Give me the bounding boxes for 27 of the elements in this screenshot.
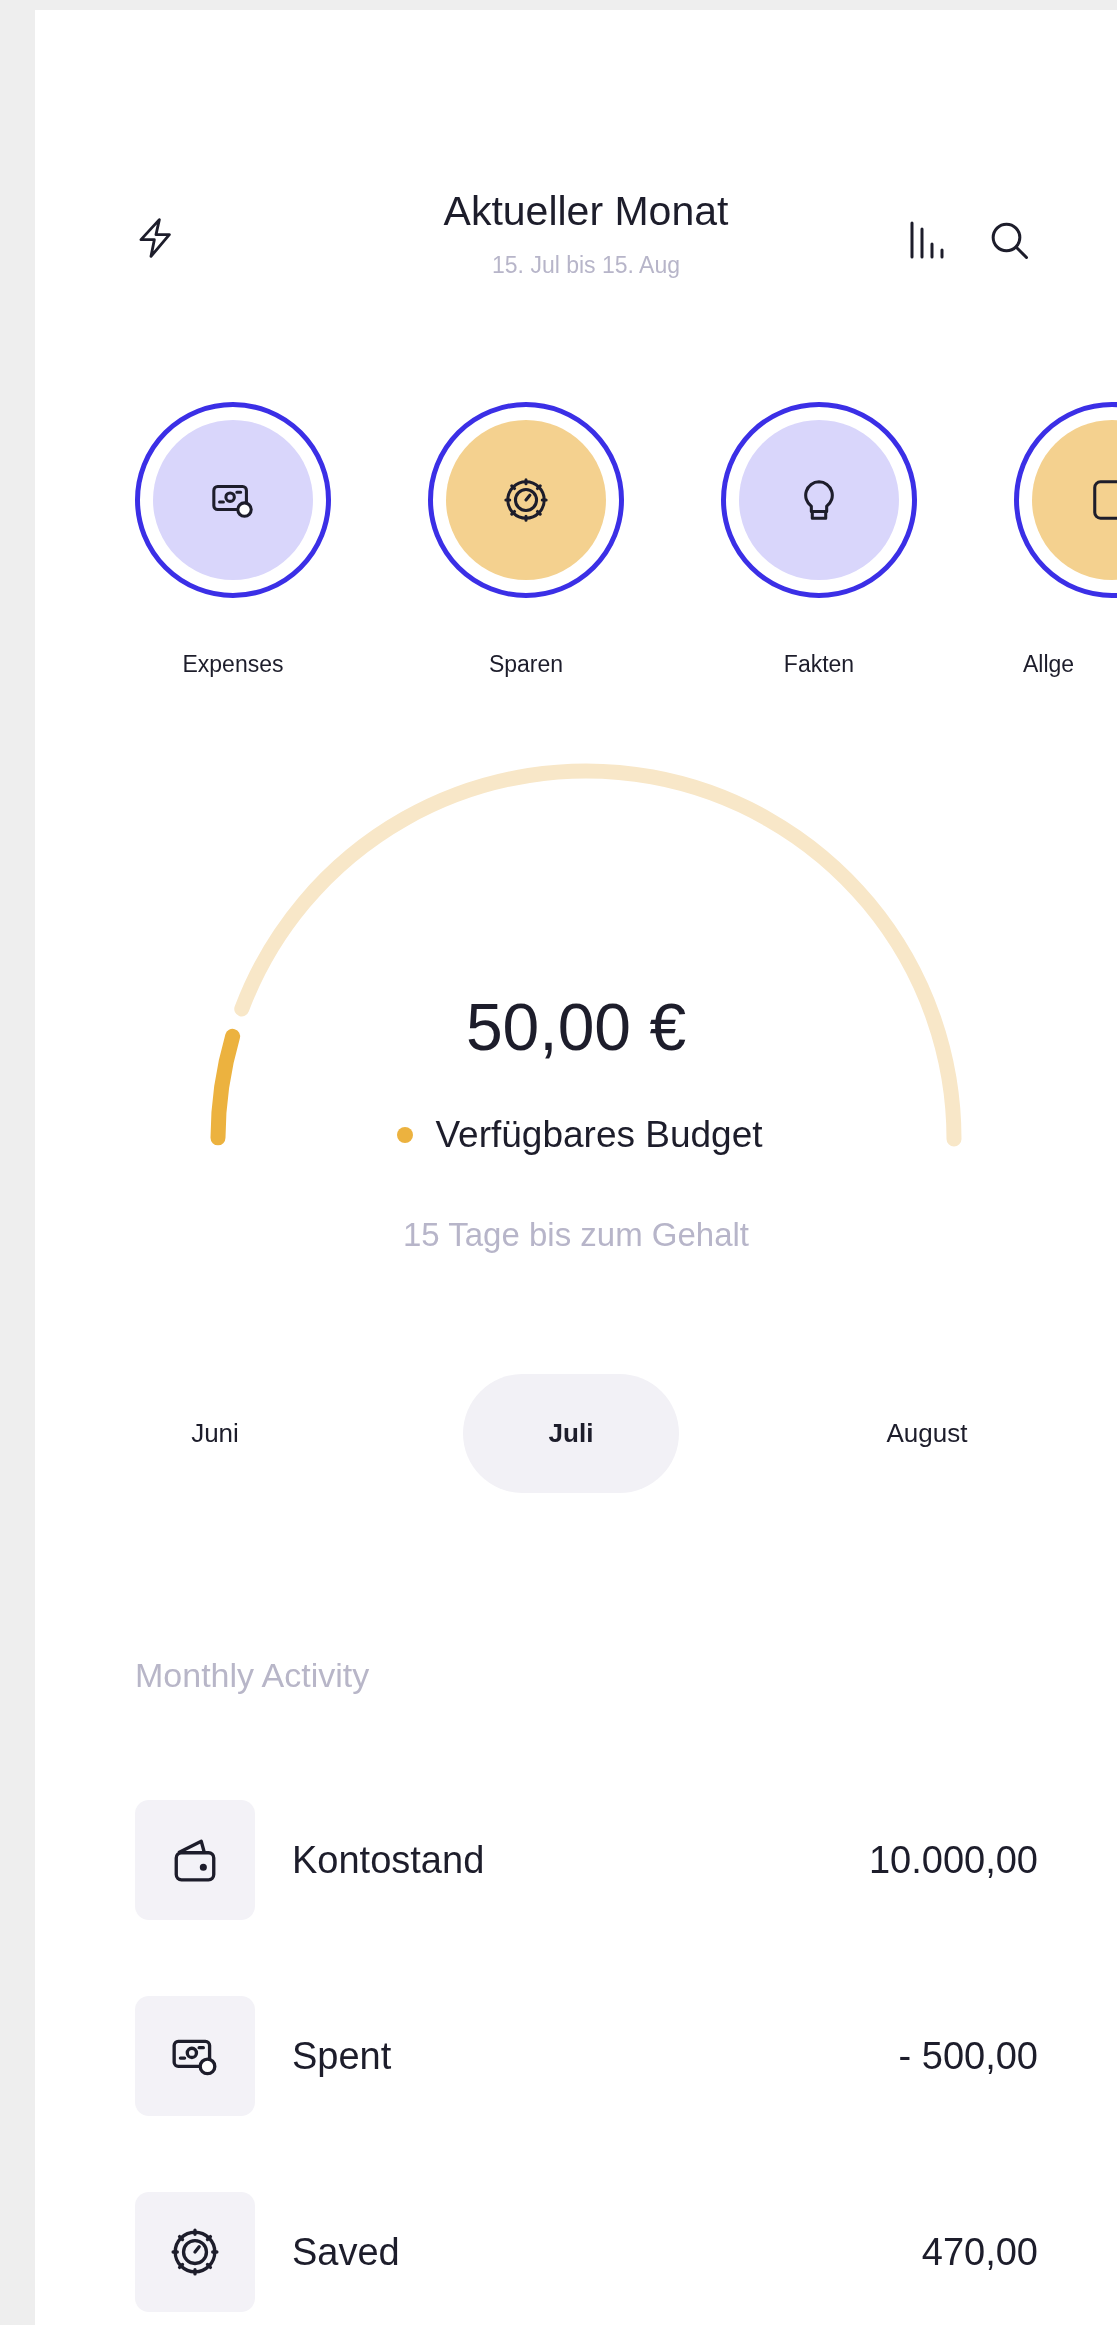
activity-amount: - 500,00 xyxy=(898,2034,1038,2078)
search-icon[interactable] xyxy=(989,220,1029,260)
activity-amount: 10.000,00 xyxy=(868,1838,1038,1882)
category-button[interactable] xyxy=(721,402,917,598)
date-range: 15. Jul bis 15. Aug xyxy=(491,251,681,280)
budget-amount: 50,00 € xyxy=(465,989,687,1066)
section-title: Monthly Activity xyxy=(135,1655,371,1696)
category-label: Expenses xyxy=(182,650,284,678)
activity-label: Kontostand xyxy=(292,1838,486,1882)
category-label: Sparen xyxy=(488,650,564,678)
month-tab[interactable]: August xyxy=(819,1374,1035,1493)
legend-dot xyxy=(397,1127,414,1143)
category-button[interactable] xyxy=(428,402,624,598)
category-label: Fakten xyxy=(783,650,855,678)
category-button[interactable] xyxy=(135,402,331,598)
dial-icon xyxy=(170,2227,220,2277)
budget-label: Verfügbares Budget xyxy=(435,1113,763,1157)
bar-chart-icon[interactable] xyxy=(909,220,947,260)
screen-title: Aktueller Monat xyxy=(442,187,730,236)
month-tab[interactable]: Juni xyxy=(107,1374,323,1493)
category-label: Allge xyxy=(1023,650,1075,678)
payday-note: 15 Tage bis zum Gehalt xyxy=(401,1215,751,1255)
activity-label: Spent xyxy=(292,2034,393,2078)
activity-label: Saved xyxy=(292,2230,401,2274)
activity-amount: 470,00 xyxy=(921,2230,1038,2274)
dial-icon xyxy=(503,477,549,523)
month-tab[interactable]: Juli xyxy=(463,1374,679,1493)
